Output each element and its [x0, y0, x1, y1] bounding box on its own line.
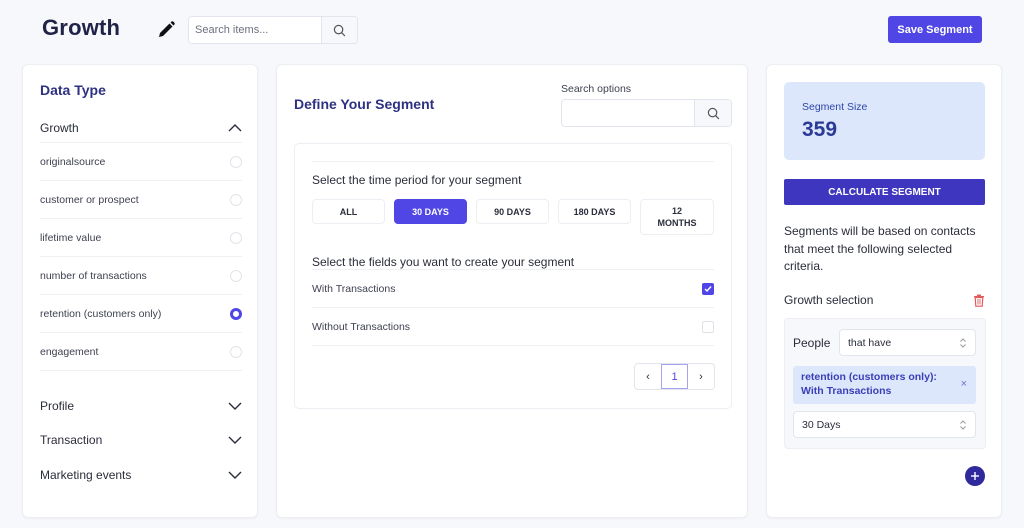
accordion-label: Transaction: [40, 433, 103, 447]
save-segment-button[interactable]: Save Segment: [888, 16, 982, 43]
search-icon: [333, 24, 346, 36]
period-90-days[interactable]: 90 DAYS: [476, 199, 549, 224]
close-icon[interactable]: ×: [961, 378, 967, 392]
period-12-months[interactable]: 12 MONTHS: [640, 199, 714, 235]
option-retention[interactable]: retention (customers only): [40, 295, 242, 333]
time-period-label: Select the time period for your segment: [312, 173, 522, 187]
option-label: customer or prospect: [40, 193, 139, 206]
search-button[interactable]: [321, 17, 357, 43]
period-value: 30 Days: [802, 418, 841, 431]
option-label: number of transactions: [40, 269, 147, 282]
radio-selected[interactable]: [230, 307, 242, 320]
option-customer-or-prospect[interactable]: customer or prospect: [40, 181, 242, 219]
accordion-transaction[interactable]: Transaction: [40, 428, 242, 452]
people-label: People: [793, 336, 831, 350]
segment-summary-panel: Segment Size 359 CALCULATE SEGMENT Segme…: [766, 64, 1002, 518]
pagination: ‹ 1 ›: [634, 363, 715, 390]
radio[interactable]: [230, 155, 242, 168]
qualifier-select[interactable]: that have: [839, 329, 976, 356]
segment-description: Segments will be based on contacts that …: [784, 224, 976, 273]
radio[interactable]: [230, 345, 242, 358]
qualifier-value: that have: [848, 336, 892, 349]
search-input[interactable]: [189, 17, 321, 43]
period-select[interactable]: 30 Days: [793, 411, 976, 438]
prev-page-button[interactable]: ‹: [635, 364, 661, 389]
search-options-label: Search options: [561, 83, 632, 95]
period-180-days[interactable]: 180 DAYS: [558, 199, 631, 224]
data-type-title: Data Type: [40, 82, 106, 98]
segment-size-value: 359: [802, 118, 838, 141]
check-icon: [704, 285, 712, 292]
chevron-down-icon: [228, 436, 242, 444]
field-label: With Transactions: [312, 282, 396, 295]
radio[interactable]: [230, 231, 242, 244]
accordion-marketing-events[interactable]: Marketing events: [40, 463, 242, 487]
item-search: [188, 16, 358, 44]
criteria-chip: retention (customers only): With Transac…: [793, 366, 976, 404]
chevron-down-icon: [228, 471, 242, 479]
search-options: [561, 99, 732, 127]
option-label: retention (customers only): [40, 307, 162, 320]
criteria-group: People that have retention (customers on…: [784, 318, 986, 449]
data-type-panel: Data Type Growth originalsource customer…: [22, 64, 258, 518]
period-30-days[interactable]: 30 DAYS: [394, 199, 467, 224]
field-without-transactions[interactable]: Without Transactions: [312, 308, 714, 346]
top-bar: Growth Save Segment: [0, 0, 1024, 60]
selection-label: Growth selection: [784, 293, 874, 307]
next-page-button[interactable]: ›: [688, 364, 714, 389]
page-number-button[interactable]: 1: [660, 364, 689, 389]
accordion-label: Marketing events: [40, 468, 132, 482]
option-engagement[interactable]: engagement: [40, 333, 242, 371]
trash-icon[interactable]: [973, 294, 985, 307]
radio[interactable]: [230, 193, 242, 206]
period-all[interactable]: ALL: [312, 199, 385, 224]
growth-options: originalsource customer or prospect life…: [40, 143, 242, 371]
search-options-button[interactable]: [694, 100, 731, 126]
field-with-transactions[interactable]: With Transactions: [312, 270, 714, 308]
accordion-label: Growth: [40, 120, 79, 135]
page-title: Growth: [42, 15, 121, 40]
chip-line-1: retention (customers only):: [801, 371, 937, 383]
option-label: engagement: [40, 345, 99, 358]
option-label: originalsource: [40, 155, 106, 168]
calculate-segment-button[interactable]: CALCULATE SEGMENT: [784, 179, 985, 205]
pencil-icon[interactable]: [156, 20, 176, 40]
checkbox-checked[interactable]: [702, 282, 714, 295]
accordion-profile[interactable]: Profile: [40, 394, 242, 418]
field-label: Without Transactions: [312, 320, 411, 333]
search-icon: [707, 107, 719, 119]
plus-icon: [971, 472, 979, 480]
segment-size-box: Segment Size 359: [784, 82, 985, 160]
select-arrows-icon: [960, 337, 966, 348]
fields-label: Select the fields you want to create you…: [312, 255, 575, 269]
option-number-of-transactions[interactable]: number of transactions: [40, 257, 242, 295]
accordion-label: Profile: [40, 399, 75, 413]
chevron-up-icon: [228, 123, 242, 131]
segment-title: Define Your Segment: [294, 96, 435, 112]
chip-line-2: With Transactions: [801, 384, 892, 397]
accordion-growth[interactable]: Growth: [40, 113, 242, 143]
add-criteria-button[interactable]: [965, 466, 985, 486]
option-label: lifetime value: [40, 231, 102, 244]
select-arrows-icon: [960, 419, 966, 430]
radio[interactable]: [230, 269, 242, 282]
segment-criteria-box: Select the time period for your segment …: [294, 143, 732, 409]
define-segment-panel: Define Your Segment Search options Selec…: [276, 64, 748, 518]
divider: [312, 161, 714, 162]
search-options-input[interactable]: [562, 100, 694, 126]
option-originalsource[interactable]: originalsource: [40, 143, 242, 181]
checkbox[interactable]: [702, 320, 714, 333]
chevron-down-icon: [228, 402, 242, 410]
segment-size-label: Segment Size: [802, 101, 868, 113]
option-lifetime-value[interactable]: lifetime value: [40, 219, 242, 257]
